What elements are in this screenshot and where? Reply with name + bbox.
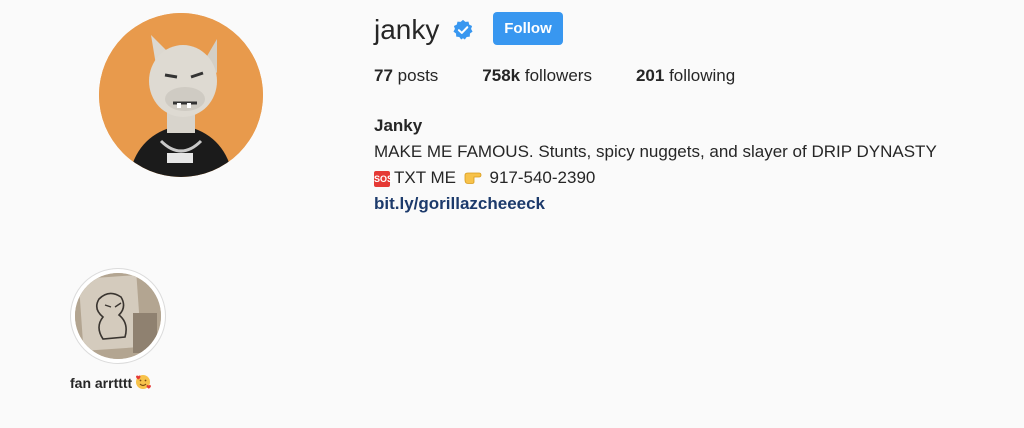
highlight-label-text: fan arrtttt [70,375,133,391]
posts-stat: 77 posts [374,66,438,86]
following-stat[interactable]: 201 following [636,66,735,86]
profile-username: janky [374,14,440,45]
following-label: following [669,66,736,85]
sos-icon: SOS [374,171,393,187]
following-count: 201 [635,66,665,85]
bio-link[interactable]: bit.ly/gorillazcheeeck [374,194,545,213]
profile-stats: 77 posts 758k followers 201 following [374,66,779,86]
posts-label: posts [397,66,439,85]
smiling-face-with-hearts-icon [136,375,152,389]
bio-phone: 917-540-2390 [489,168,596,187]
followers-label: followers [524,66,592,85]
profile-bio: Janky MAKE ME FAMOUS. Stunts, spicy nugg… [374,113,937,217]
bio-line-1: MAKE ME FAMOUS. Stunts, spicy nuggets, a… [374,142,937,161]
followers-stat[interactable]: 758k followers [482,66,592,86]
avatar-image [99,13,263,177]
highlight-cover-image [75,273,161,359]
bio-txt-me: TXT ME [394,168,457,187]
story-highlight[interactable] [70,268,166,364]
verified-badge-icon [453,19,473,40]
highlight-cover [75,273,161,359]
profile-avatar[interactable] [99,13,263,177]
posts-count: 77 [374,66,393,85]
bio-line-2: SOSTXT ME 917-540-2390 [374,165,937,191]
followers-count: 758k [482,66,521,85]
pointing-hand-icon [464,172,482,184]
highlight-label: fan arrtttt [70,374,152,391]
profile-full-name: Janky [374,116,423,135]
follow-button[interactable]: Follow [493,12,563,45]
